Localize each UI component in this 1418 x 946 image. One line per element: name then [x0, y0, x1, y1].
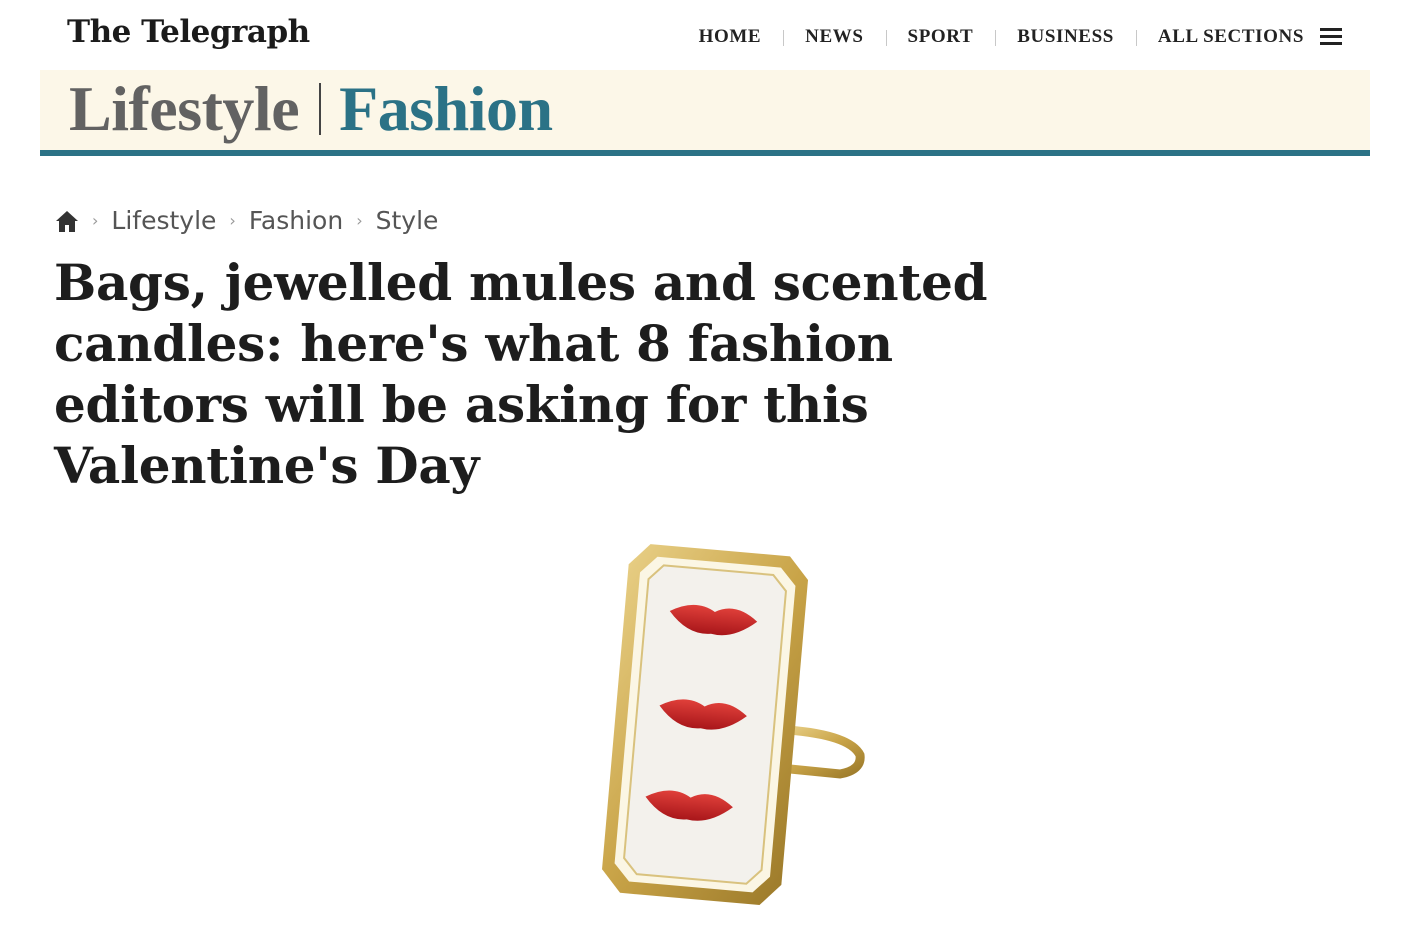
breadcrumb-separator: › [356, 211, 363, 230]
hero-image-lips-ring [602, 544, 865, 905]
breadcrumb-fashion[interactable]: Fashion [249, 206, 343, 235]
main-nav: HOME NEWS SPORT BUSINESS ALL SECTIONS [677, 26, 1342, 48]
section-fashion-link[interactable]: Fashion [339, 72, 553, 146]
breadcrumb-separator: › [92, 211, 99, 230]
breadcrumb-lifestyle[interactable]: Lifestyle [111, 206, 216, 235]
site-header: The Telegraph HOME NEWS SPORT BUSINESS A… [40, 0, 1370, 160]
breadcrumb-style[interactable]: Style [376, 206, 439, 235]
breadcrumb: › Lifestyle › Fashion › Style [55, 206, 438, 235]
section-title: Lifestyle Fashion [69, 72, 553, 146]
section-lifestyle-link[interactable]: Lifestyle [69, 72, 300, 146]
section-divider [319, 83, 322, 135]
article-headline: Bags, jewelled mules and scented candles… [54, 253, 988, 495]
hamburger-menu-icon[interactable] [1320, 28, 1342, 46]
nav-sport[interactable]: SPORT [885, 26, 996, 48]
top-bar: The Telegraph HOME NEWS SPORT BUSINESS A… [40, 0, 1370, 70]
nav-home[interactable]: HOME [677, 26, 784, 48]
home-icon[interactable] [55, 209, 79, 233]
section-banner: Lifestyle Fashion [40, 70, 1370, 150]
nav-news[interactable]: NEWS [783, 26, 885, 48]
breadcrumb-separator: › [229, 211, 236, 230]
section-rule [40, 150, 1370, 156]
nav-business[interactable]: BUSINESS [995, 26, 1136, 48]
telegraph-logo[interactable]: The Telegraph [67, 14, 310, 50]
nav-all-sections[interactable]: ALL SECTIONS [1135, 26, 1318, 48]
